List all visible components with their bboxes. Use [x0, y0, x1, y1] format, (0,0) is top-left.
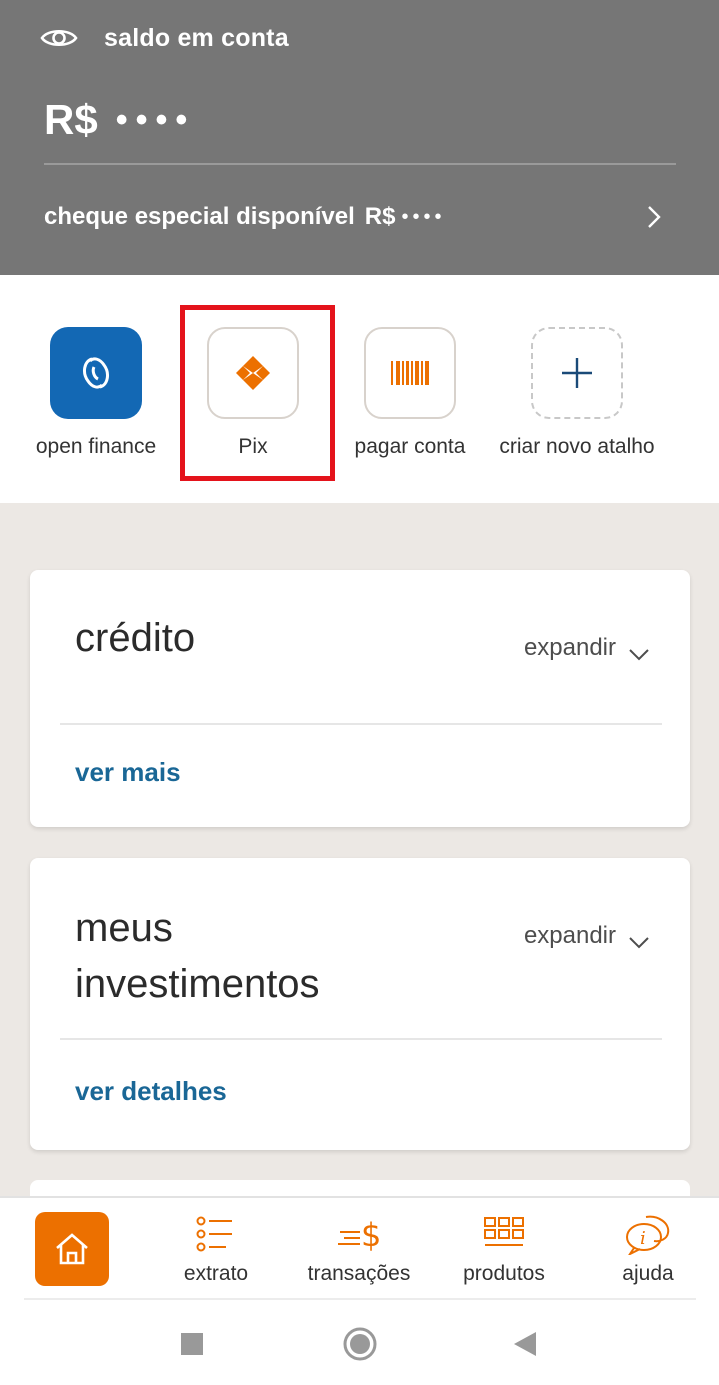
expand-label: expandir: [523, 634, 616, 661]
circle-icon: [343, 1327, 377, 1361]
barcode-icon[interactable]: [364, 327, 456, 419]
nav-label: ajuda: [622, 1262, 674, 1285]
back-triangle-icon: [514, 1332, 536, 1356]
overdraft-currency: R$: [364, 203, 396, 230]
chevron-right-icon[interactable]: [642, 203, 666, 231]
shortcut-pay-bill[interactable]: pagar conta: [320, 327, 500, 459]
chevron-down-icon: [628, 929, 650, 949]
balance-toggle[interactable]: saldo em conta: [40, 22, 289, 54]
recents-button[interactable]: [174, 1326, 210, 1362]
eye-icon[interactable]: [40, 22, 78, 54]
investments-title-line2: investimentos: [75, 962, 320, 1006]
credit-title: crédito: [75, 616, 196, 660]
open-finance-icon[interactable]: [50, 327, 142, 419]
home-icon: [56, 1233, 88, 1265]
card-divider: [60, 1038, 662, 1040]
investments-details-link[interactable]: ver detalhes: [75, 1076, 227, 1107]
shortcut-label: criar novo atalho: [499, 435, 655, 458]
pix-highlight-box: [180, 305, 335, 481]
shortcut-open-finance[interactable]: open finance: [6, 327, 186, 459]
system-navigation-bar: [0, 1300, 719, 1385]
balance-label: saldo em conta: [104, 23, 289, 52]
nav-products[interactable]: produtos: [434, 1212, 574, 1286]
nav-home-button[interactable]: [35, 1212, 109, 1286]
help-chat-icon: i: [624, 1212, 672, 1256]
investments-expand-button[interactable]: expandir: [524, 922, 650, 950]
investments-card: meus investimentos expandir ver detalhes: [30, 858, 690, 1150]
currency-symbol: R$: [44, 96, 98, 143]
overdraft-hidden-value: ••••: [401, 205, 446, 228]
nav-transactions[interactable]: $ transações: [289, 1212, 429, 1286]
shortcut-label: pagar conta: [354, 435, 466, 458]
balance-header: saldo em conta R$ •••• cheque especial d…: [0, 0, 719, 275]
nav-label: transações: [307, 1262, 411, 1285]
nav-statement[interactable]: extrato: [146, 1212, 286, 1286]
svg-text:$: $: [361, 1216, 381, 1254]
grid-icon: [480, 1212, 528, 1256]
home-system-button[interactable]: [342, 1326, 378, 1362]
balance-amount: R$ ••••: [44, 96, 195, 144]
square-icon: [181, 1333, 203, 1355]
expand-label: expandir: [523, 922, 616, 949]
shortcut-label: open finance: [35, 435, 157, 458]
hidden-balance: ••••: [115, 100, 196, 139]
svg-text:i: i: [640, 1228, 646, 1249]
dollar-transfer-icon: $: [335, 1212, 383, 1256]
nav-label: extrato: [183, 1262, 249, 1285]
plus-icon[interactable]: [531, 327, 623, 419]
shortcut-create-new[interactable]: criar novo atalho: [487, 327, 667, 459]
credit-see-more-link[interactable]: ver mais: [75, 757, 181, 788]
credit-card: crédito expandir ver mais: [30, 570, 690, 827]
bottom-navigation: extrato $ transações produtos i ajuda: [0, 1196, 719, 1300]
back-button[interactable]: [507, 1326, 543, 1362]
shortcuts-bar: open finance Pix pagar conta criar novo …: [0, 275, 719, 503]
credit-expand-button[interactable]: expandir: [524, 634, 650, 662]
nav-help[interactable]: i ajuda: [578, 1212, 718, 1286]
overdraft-row[interactable]: cheque especial disponível R$ ••••: [44, 198, 676, 236]
investments-title-line1: meus: [75, 906, 173, 950]
header-divider: [44, 163, 676, 165]
nav-label: produtos: [463, 1262, 545, 1285]
list-icon: [192, 1212, 240, 1256]
card-divider: [60, 723, 662, 725]
chevron-down-icon: [628, 641, 650, 661]
overdraft-label: cheque especial disponível: [44, 203, 355, 230]
